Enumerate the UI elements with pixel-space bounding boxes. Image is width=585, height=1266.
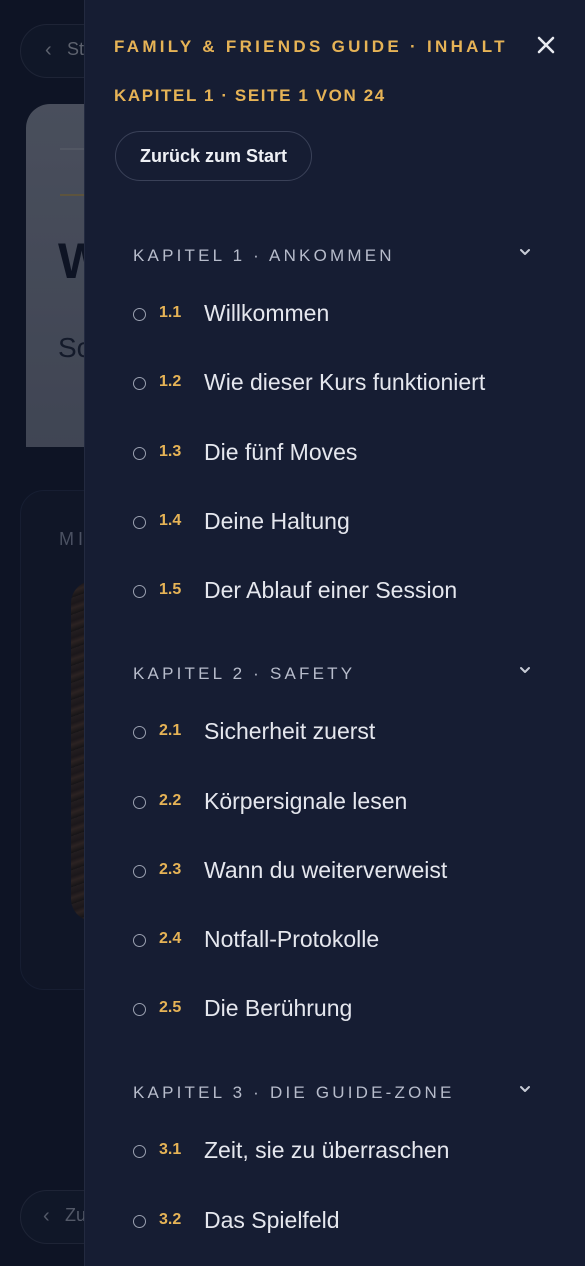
- close-icon: [537, 36, 555, 54]
- circle-status-icon: [133, 1003, 146, 1016]
- lesson-number: 2.5: [159, 999, 182, 1016]
- lesson-number: 3.2: [159, 1211, 182, 1228]
- chapter-title: KAPITEL 3 · DIE GUIDE-ZONE: [133, 1083, 455, 1102]
- lesson-title: Die fünf Moves: [204, 439, 358, 465]
- lesson-number: 1.1: [159, 304, 182, 321]
- lesson-number: 1.5: [159, 581, 182, 598]
- lesson-number: 2.1: [159, 722, 182, 739]
- circle-status-icon: [133, 865, 146, 878]
- circle-status-icon: [133, 726, 146, 739]
- lesson-number: 1.3: [159, 443, 182, 460]
- back-to-start-button[interactable]: Zurück zum Start: [115, 131, 313, 181]
- lesson-title: Notfall-Protokolle: [204, 926, 380, 952]
- lesson-item[interactable]: 2.5 Die Berührung: [133, 985, 543, 1035]
- lesson-item[interactable]: 3.2 Das Spielfeld: [133, 1197, 543, 1247]
- lesson-item[interactable]: 1.5 Der Ablauf einer Session: [133, 567, 543, 617]
- lesson-item[interactable]: 3.1 Zeit, sie zu überraschen: [133, 1127, 543, 1177]
- lesson-number: 2.3: [159, 861, 182, 878]
- chapter-header[interactable]: KAPITEL 2 · SAFETY: [133, 660, 533, 690]
- lesson-title: Deine Haltung: [204, 508, 350, 534]
- close-button[interactable]: [531, 30, 561, 60]
- chapter-header[interactable]: KAPITEL 1 · ANKOMMEN: [133, 242, 533, 272]
- chapter-title: KAPITEL 1 · ANKOMMEN: [133, 246, 395, 265]
- drawer-title: FAMILY & FRIENDS GUIDE · INHALT: [114, 37, 508, 56]
- lesson-item[interactable]: 2.3 Wann du weiterverweist: [133, 847, 543, 897]
- circle-status-icon: [133, 447, 146, 460]
- circle-status-icon: [133, 516, 146, 529]
- circle-status-icon: [133, 1145, 146, 1158]
- drawer-backdrop[interactable]: [0, 0, 84, 1266]
- circle-status-icon: [133, 934, 146, 947]
- lesson-number: 1.2: [159, 373, 182, 390]
- lesson-title: Wie dieser Kurs funktioniert: [204, 369, 486, 395]
- lesson-title: Körpersignale lesen: [204, 788, 408, 814]
- chevron-down-icon: [520, 249, 530, 255]
- circle-status-icon: [133, 796, 146, 809]
- lesson-item[interactable]: 2.4 Notfall-Protokolle: [133, 916, 543, 966]
- lesson-title: Sicherheit zuerst: [204, 718, 376, 744]
- circle-status-icon: [133, 377, 146, 390]
- circle-status-icon: [133, 1215, 146, 1228]
- lesson-item[interactable]: 1.4 Deine Haltung: [133, 498, 543, 548]
- lesson-item[interactable]: 1.2 Wie dieser Kurs funktioniert: [133, 359, 543, 409]
- lesson-item[interactable]: 1.1 Willkommen: [133, 290, 543, 340]
- lesson-title: Willkommen: [204, 300, 330, 326]
- chapter-header[interactable]: KAPITEL 3 · DIE GUIDE-ZONE: [133, 1079, 533, 1109]
- lesson-title: Die Berührung: [204, 995, 353, 1021]
- toc-drawer: FAMILY & FRIENDS GUIDE · INHALT KAPITEL …: [84, 0, 585, 1266]
- lesson-item[interactable]: 1.3 Die fünf Moves: [133, 429, 543, 479]
- circle-status-icon: [133, 585, 146, 598]
- lesson-title: Der Ablauf einer Session: [204, 577, 458, 603]
- lesson-title: Wann du weiterverweist: [204, 857, 448, 883]
- lesson-number: 2.4: [159, 930, 182, 947]
- lesson-number: 3.1: [159, 1141, 182, 1158]
- lesson-number: 1.4: [159, 512, 182, 529]
- chevron-down-icon: [520, 1086, 530, 1092]
- lesson-title: Zeit, sie zu überraschen: [204, 1137, 450, 1163]
- lesson-item[interactable]: 2.1 Sicherheit zuerst: [133, 708, 543, 758]
- drawer-progress: KAPITEL 1 · SEITE 1 VON 24: [114, 86, 386, 105]
- circle-status-icon: [133, 308, 146, 321]
- lesson-number: 2.2: [159, 792, 182, 809]
- chapter-title: KAPITEL 2 · SAFETY: [133, 664, 356, 683]
- lesson-title: Das Spielfeld: [204, 1207, 340, 1233]
- chevron-down-icon: [520, 667, 530, 673]
- screen: ‹ St W Sc MI ‹ Zu FAMILY & FRIENDS GUIDE…: [0, 0, 585, 1266]
- lesson-item[interactable]: 2.2 Körpersignale lesen: [133, 778, 543, 828]
